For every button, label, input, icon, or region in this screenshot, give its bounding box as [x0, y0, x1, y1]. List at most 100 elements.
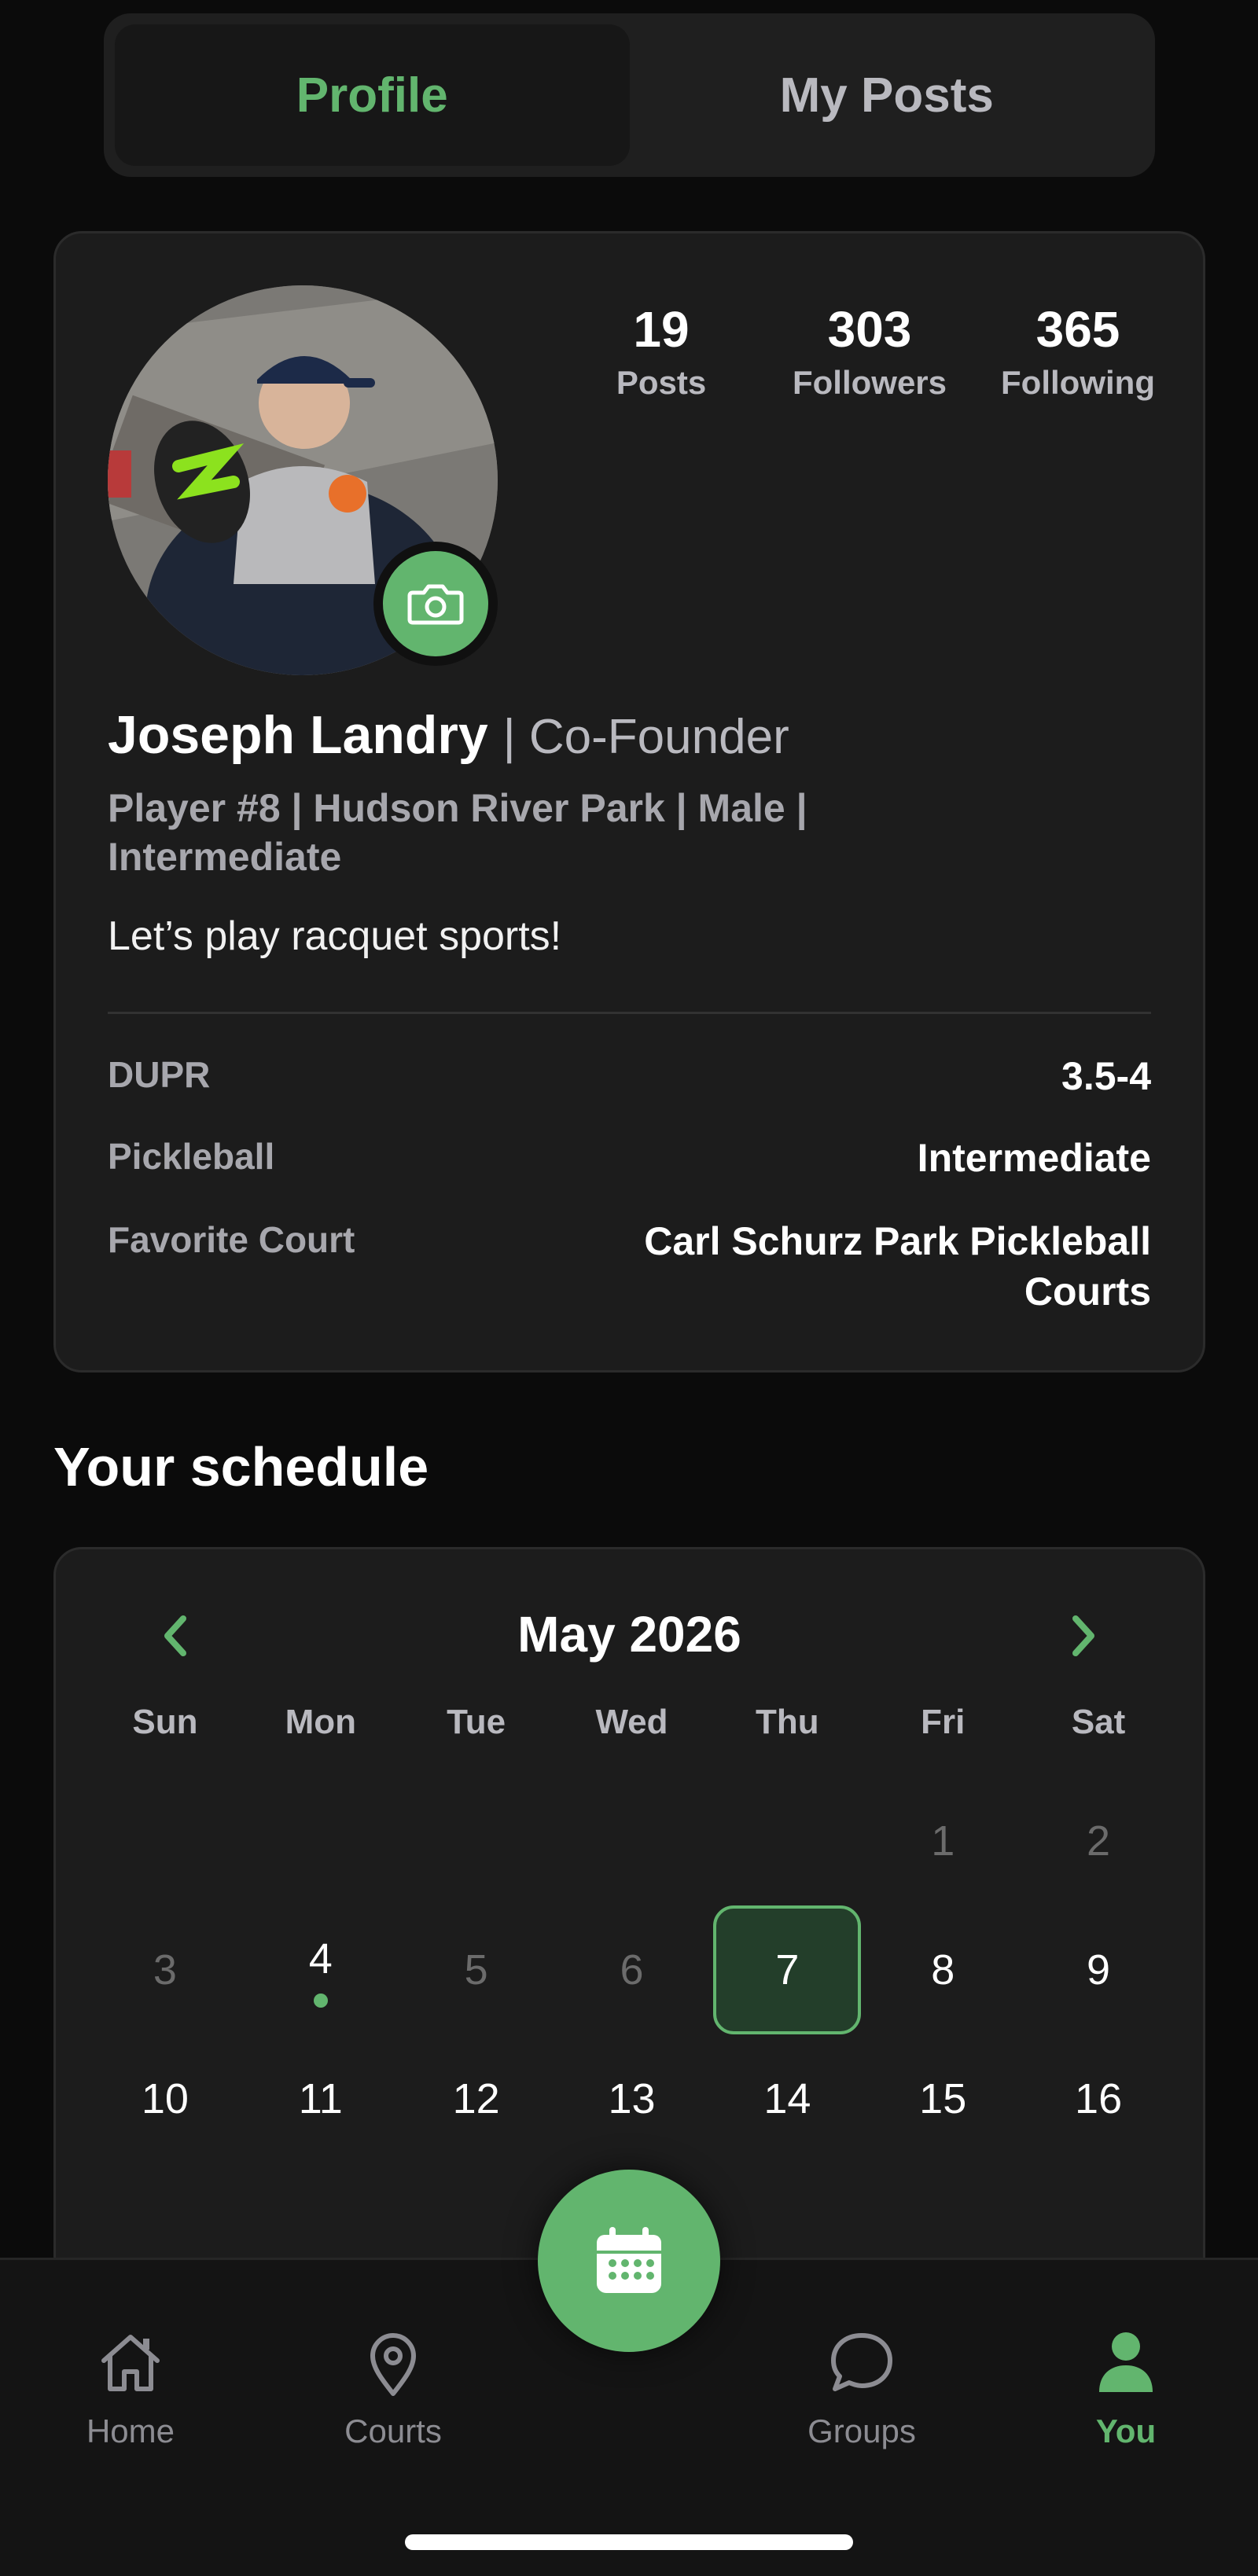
profile-role: | Co-Founder	[502, 710, 789, 764]
stat-posts-label: Posts	[616, 364, 707, 401]
detail-value: Carl Schurz Park Pickleball Courts	[644, 1219, 1151, 1314]
calendar-day[interactable]: 5	[399, 1905, 554, 2034]
calendar-day-number: 11	[298, 2075, 343, 2122]
calendar-week: 3 4 5 6 7 8 9	[87, 1905, 1176, 2034]
calendar-grid: Sun Mon Tue Wed Thu Fri Sat 1 2 3 4 5 6 7 8 9 10 1…	[87, 1695, 1176, 2163]
tab-my-posts[interactable]: My Posts	[630, 24, 1145, 166]
detail-row-dupr: DUPR 3.5-4	[108, 1051, 1151, 1101]
calendar-day-empty	[243, 1777, 399, 1905]
tab-home[interactable]: Home	[36, 2323, 225, 2455]
calendar-day-number: 8	[931, 1946, 955, 1994]
calendar-day[interactable]: 16	[1021, 2034, 1176, 2163]
event-dot	[313, 1994, 328, 2008]
calendar-day[interactable]: 7	[709, 1905, 865, 2034]
home-indicator	[405, 2534, 853, 2550]
home-icon	[101, 2335, 160, 2391]
calendar-day[interactable]: 8	[865, 1905, 1021, 2034]
schedule-title: Your schedule	[53, 1436, 429, 1497]
calendar-day-number: 13	[608, 2075, 656, 2122]
stat-posts-value: 19	[633, 301, 690, 358]
stat-followers[interactable]: 303 Followers	[767, 298, 972, 405]
calendar-day[interactable]: 2	[1021, 1777, 1176, 1905]
detail-row-favorite-court: Favorite Court Carl Schurz Park Pickleba…	[108, 1216, 1151, 1317]
profile-meta: Player #8 | Hudson River Park | Male | I…	[108, 786, 807, 879]
detail-label: Pickleball	[108, 1136, 275, 1177]
detail-value: 3.5-4	[1061, 1054, 1151, 1098]
weekday-label: Sat	[1071, 1703, 1126, 1741]
calendar-week: 10 11 12 13 14 15 16	[87, 2034, 1176, 2163]
calendar-day-number: 12	[452, 2075, 500, 2122]
calendar-day[interactable]: 6	[554, 1905, 710, 2034]
stat-following-value: 365	[1035, 301, 1120, 358]
calendar-day[interactable]: 11	[243, 2034, 399, 2163]
profile-card: 19 Posts 303 Followers 365 Following Jos…	[53, 231, 1205, 1373]
calendar-day-number: 3	[153, 1946, 177, 1994]
tab-courts[interactable]: Courts	[299, 2323, 487, 2455]
calendar-icon	[597, 2227, 661, 2293]
profile-segmented-control: Profile My Posts	[104, 13, 1155, 177]
person-icon	[1099, 2332, 1153, 2392]
schedule-fab-button[interactable]	[538, 2170, 720, 2352]
calendar-day-empty	[87, 1777, 243, 1905]
weekday-label: Fri	[921, 1703, 966, 1741]
profile-bio: Let’s play racquet sports!	[108, 913, 562, 959]
detail-row-pickleball: Pickleball Intermediate	[108, 1133, 1151, 1183]
calendar-day-number: 15	[919, 2075, 967, 2122]
calendar-day[interactable]: 4	[243, 1905, 399, 2034]
stat-following[interactable]: 365 Following	[976, 298, 1180, 405]
calendar-day-number: 1	[931, 1817, 955, 1865]
profile-name-row: Joseph Landry | Co-Founder	[108, 702, 1161, 770]
camera-icon	[407, 584, 464, 625]
calendar-day-empty	[709, 1777, 865, 1905]
weekday-label: Sun	[132, 1703, 198, 1741]
calendar-day[interactable]: 14	[709, 2034, 865, 2163]
weekday-label: Tue	[447, 1703, 506, 1741]
calendar-day-number: 9	[1087, 1946, 1111, 1994]
tab-you-label: You	[1095, 2412, 1157, 2449]
calendar-day-number: 10	[141, 2075, 189, 2122]
tab-home-label: Home	[86, 2412, 175, 2449]
weekday-label: Mon	[285, 1703, 356, 1741]
calendar-day-number: 6	[620, 1946, 644, 1994]
profile-name: Joseph Landry	[108, 705, 488, 765]
divider	[108, 1012, 1151, 1014]
stat-following-label: Following	[1001, 364, 1155, 401]
calendar-day-empty	[554, 1777, 710, 1905]
detail-label: Favorite Court	[108, 1219, 355, 1260]
calendar-day[interactable]: 9	[1021, 1905, 1176, 2034]
calendar-day[interactable]: 10	[87, 2034, 243, 2163]
calendar-day[interactable]: 12	[399, 2034, 554, 2163]
calendar-day-number: 4	[308, 1935, 333, 1983]
chat-bubble-icon	[831, 2333, 892, 2391]
stat-posts[interactable]: 19 Posts	[559, 298, 763, 405]
calendar-day-number: 2	[1087, 1817, 1111, 1865]
calendar-day[interactable]: 3	[87, 1905, 243, 2034]
stat-followers-label: Followers	[792, 364, 947, 401]
tab-groups[interactable]: Groups	[767, 2323, 956, 2455]
calendar-day[interactable]: 13	[554, 2034, 710, 2163]
tab-profile[interactable]: Profile	[115, 24, 630, 166]
calendar-day-number: 16	[1075, 2075, 1123, 2122]
profile-screen: Profile My Posts 19 Posts 303 Followers …	[0, 0, 1258, 2576]
detail-value: Intermediate	[917, 1136, 1151, 1180]
stat-followers-value: 303	[827, 301, 912, 358]
tab-you[interactable]: You	[1032, 2323, 1220, 2455]
detail-label: DUPR	[108, 1054, 211, 1095]
profile-stats: 19 Posts 303 Followers 365 Following	[559, 298, 1180, 405]
calendar-day[interactable]: 1	[865, 1777, 1021, 1905]
calendar-weekdays: Sun Mon Tue Wed Thu Fri Sat	[87, 1695, 1176, 1750]
calendar-day[interactable]: 15	[865, 2034, 1021, 2163]
calendar-week: 12	[87, 1777, 1176, 1905]
calendar-day-number: 7	[775, 1946, 800, 1994]
calendar-weeks: 1 2 3 4 5 6 7 8 9 10 11 12 13 14 15 16	[87, 1777, 1176, 2163]
weekday-label: Wed	[595, 1703, 668, 1741]
calendar-month: May 2026	[517, 1606, 741, 1663]
chevron-right-icon	[1072, 1615, 1094, 1656]
change-photo-button[interactable]	[373, 542, 498, 666]
calendar-day-empty	[399, 1777, 554, 1905]
calendar-day-number: 5	[464, 1946, 488, 1994]
weekday-label: Thu	[756, 1703, 819, 1741]
calendar-day-number: 14	[763, 2075, 811, 2122]
next-month-button[interactable]	[1052, 1604, 1115, 1667]
calendar-header: May 2026	[56, 1595, 1203, 1674]
